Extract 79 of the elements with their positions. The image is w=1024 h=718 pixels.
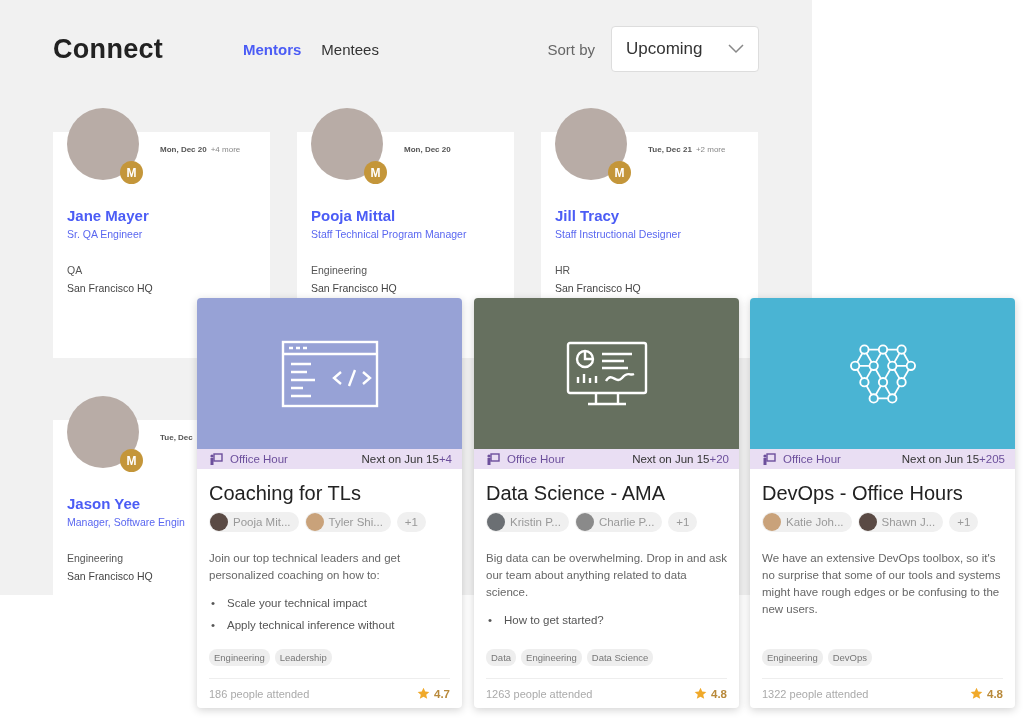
star-icon	[694, 687, 707, 700]
session-type: Office Hour	[487, 453, 565, 465]
rating-value: 4.8	[711, 687, 727, 700]
mentor-name[interactable]: Jane Mayer	[67, 207, 149, 224]
next-session: Next on Jun 15+20	[632, 453, 729, 465]
monitor-chart-icon	[565, 340, 648, 407]
description: Join our top technical leaders and get personalized coaching on how to:	[209, 551, 402, 583]
department: Engineering	[67, 552, 124, 564]
host-chip[interactable]: Charlie P...	[574, 512, 663, 532]
department: HR	[555, 264, 571, 276]
department: QA	[67, 264, 83, 276]
bullet-mark: •	[488, 613, 494, 628]
attendance-count: 1322 people attended	[762, 687, 869, 700]
sort-dropdown[interactable]: Upcoming	[611, 26, 759, 72]
tag[interactable]: DevOps	[827, 649, 873, 666]
office-hour-title: Data Science - AMA	[486, 482, 666, 505]
more-hosts-chip[interactable]: +1	[668, 512, 698, 532]
job-title: Sr. QA Engineer	[67, 228, 143, 240]
office-hour-title: DevOps - Office Hours	[762, 482, 964, 505]
office-hour-card[interactable]	[197, 298, 462, 708]
office-hour-title: Coaching for TLs	[209, 482, 362, 505]
office-hour-card[interactable]	[474, 298, 739, 708]
presenter-board-icon	[763, 453, 776, 465]
host-chip[interactable]: Shawn J...	[857, 512, 944, 532]
attendance-count: 1263 people attended	[486, 687, 593, 700]
bullet-mark: •	[211, 596, 217, 611]
tag[interactable]: Engineering	[209, 649, 270, 666]
presenter-board-icon	[210, 453, 223, 465]
host-chip[interactable]: Pooja Mit...	[209, 512, 299, 532]
more-hosts-chip[interactable]: +1	[396, 512, 426, 532]
bullet-item: Apply technical inference without	[227, 618, 395, 633]
attendance-count: 186 people attended	[209, 687, 310, 700]
mentor-name[interactable]: Pooja Mittal	[311, 207, 396, 224]
tag[interactable]: Data Science	[586, 649, 654, 666]
rating-value: 4.8	[987, 687, 1003, 700]
session-type: Office Hour	[763, 453, 841, 465]
tab[interactable]: Mentees	[321, 40, 379, 58]
office-hour-card[interactable]	[750, 298, 1015, 708]
session-date: Tue, Dec 21	[648, 145, 692, 156]
sort-label: Sort by	[547, 40, 595, 58]
session-date: Tue, Dec	[160, 433, 193, 444]
presenter-board-icon	[487, 453, 500, 465]
next-session: Next on Jun 15+205	[901, 453, 1005, 465]
location: San Francisco HQ	[67, 570, 153, 582]
host-chip[interactable]: Kristin P...	[486, 512, 569, 532]
rating-value: 4.7	[434, 687, 450, 700]
tag[interactable]: Leadership	[274, 649, 332, 666]
mentor-name[interactable]: Jason Yee	[67, 495, 141, 512]
description: Big data can be overwhelming. Drop in and ask our team about anything related to data science.	[486, 551, 727, 600]
session-type: Office Hour	[210, 453, 288, 465]
location: San Francisco HQ	[555, 282, 641, 294]
host-chip[interactable]: Tyler Shi...	[304, 512, 391, 532]
chevron-down-icon	[728, 44, 744, 54]
star-icon	[970, 687, 983, 700]
more-dates: +4 more	[210, 145, 241, 156]
next-session: Next on Jun 15+4	[361, 453, 452, 465]
location: San Francisco HQ	[67, 282, 153, 294]
bullet-mark: •	[211, 618, 217, 633]
department: Engineering	[311, 264, 368, 276]
description: We have an extensive DevOps toolbox, so it's no surprise that some of our tools and systems might have rough edges or be confusing to the new users.	[762, 551, 1002, 617]
location: San Francisco HQ	[311, 282, 397, 294]
tag[interactable]: Data	[486, 649, 517, 666]
job-title: Staff Technical Program Manager	[311, 228, 467, 240]
host-chip[interactable]: Katie Joh...	[762, 512, 852, 532]
more-dates: +2 more	[695, 145, 726, 156]
code-window-icon	[280, 339, 379, 408]
job-title: Manager, Software Engin	[67, 516, 185, 528]
job-title: Staff Instructional Designer	[555, 228, 681, 240]
star-icon	[417, 687, 430, 700]
bullet-item: How to get started?	[504, 613, 604, 628]
bullet-item: Scale your technical impact	[227, 596, 367, 611]
session-date: Mon, Dec 20	[160, 145, 207, 156]
session-date: Mon, Dec 20	[404, 145, 451, 156]
tag[interactable]: Engineering	[762, 649, 823, 666]
tab[interactable]: Mentors	[243, 40, 302, 58]
page-title: Connect	[53, 33, 165, 65]
mentor-name[interactable]: Jill Tracy	[555, 207, 620, 224]
more-hosts-chip[interactable]: +1	[949, 512, 979, 532]
tag[interactable]: Engineering	[521, 649, 582, 666]
